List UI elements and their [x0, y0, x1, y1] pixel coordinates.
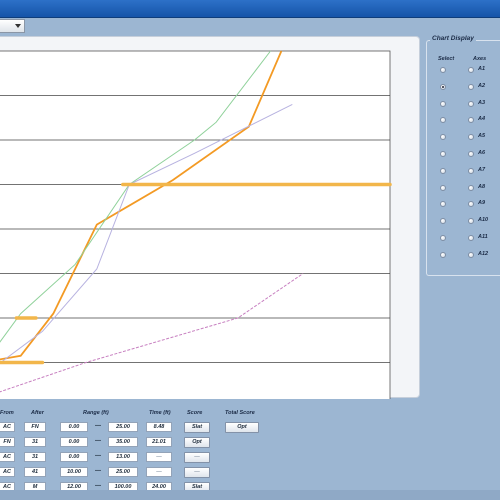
axis-option-row[interactable]: A5	[436, 132, 498, 142]
axis-label: A8	[478, 183, 486, 190]
range-header: Range (ft)	[83, 410, 109, 416]
axes-radio[interactable]	[468, 251, 474, 258]
time-field[interactable]: —	[146, 452, 172, 462]
select-radio[interactable]	[440, 235, 446, 241]
axes-radio[interactable]	[468, 235, 474, 241]
range-separator: —	[95, 423, 101, 429]
line-chart: 0.0030.060.090.0120.0150.0180.0	[0, 50, 392, 399]
time-field[interactable]: 8.48	[146, 422, 172, 432]
from-field[interactable]: AC	[0, 467, 15, 477]
after-field[interactable]: 41	[24, 467, 46, 477]
after-header: After	[31, 410, 44, 416]
score-header: Score	[187, 410, 203, 416]
range-to-field[interactable]: 13.00	[108, 452, 138, 462]
axis-option-row[interactable]: A10	[436, 216, 498, 226]
select-radio[interactable]	[440, 67, 446, 73]
select-radio[interactable]	[440, 218, 446, 225]
time-field[interactable]: 21.01	[146, 437, 172, 447]
axis-label: A9	[478, 200, 486, 207]
score-button[interactable]: Opt	[184, 437, 210, 448]
select-radio[interactable]	[440, 100, 446, 107]
axes-radio[interactable]	[468, 67, 474, 73]
chart-display-title: Chart Display	[430, 35, 476, 42]
axis-label: A6	[478, 150, 486, 156]
axis-option-row[interactable]: A11	[436, 233, 498, 243]
axes-radio[interactable]	[468, 83, 474, 90]
axis-option-row[interactable]: A9	[436, 199, 498, 209]
axes-radio[interactable]	[468, 134, 474, 141]
axis-label: A4	[478, 116, 486, 123]
range-to-field[interactable]: 25.00	[108, 422, 138, 432]
range-from-field[interactable]: 0.00	[60, 452, 88, 462]
range-separator: —	[95, 438, 101, 444]
select-radio[interactable]	[440, 151, 446, 157]
select-radio[interactable]	[440, 251, 446, 258]
from-header: From	[0, 410, 14, 416]
chevron-down-icon	[15, 24, 21, 28]
range-from-field[interactable]: 0.00	[60, 422, 88, 432]
chart-panel: 0.0030.060.090.0120.0150.0180.0	[0, 36, 420, 399]
plot-area	[0, 50, 391, 399]
axis-label: A12	[478, 250, 489, 257]
axes-radio[interactable]	[468, 151, 474, 157]
range-separator: —	[95, 483, 101, 489]
from-field[interactable]: AC	[0, 422, 15, 432]
select-radio[interactable]	[440, 201, 446, 208]
select-radio[interactable]	[440, 184, 446, 191]
axes-radio[interactable]	[468, 218, 474, 225]
from-field[interactable]: FN	[0, 437, 15, 447]
after-field[interactable]: 31	[24, 452, 46, 462]
title-bar	[0, 0, 500, 18]
from-field[interactable]: AC	[0, 452, 15, 462]
axis-option-row[interactable]: A1	[436, 65, 498, 75]
after-field[interactable]: 31	[24, 437, 46, 447]
axis-option-row[interactable]: A8	[436, 183, 498, 193]
view-dropdown[interactable]	[0, 19, 25, 33]
axes-radio[interactable]	[468, 184, 474, 191]
axis-label: A11	[478, 234, 488, 240]
axis-label: A10	[478, 217, 489, 224]
axis-label: A5	[478, 133, 486, 140]
axis-option-row[interactable]: A2	[436, 82, 498, 92]
axis-label: A2	[478, 82, 486, 89]
range-from-field[interactable]: 0.00	[60, 437, 88, 447]
axis-label: A7	[478, 166, 486, 173]
status-strip	[0, 490, 500, 500]
axis-label: A1	[478, 66, 486, 72]
axis-option-row[interactable]: A7	[436, 166, 498, 176]
score-button[interactable]: Slat	[184, 422, 210, 433]
time-header: Time (ft)	[149, 410, 171, 416]
range-separator: —	[95, 453, 101, 459]
score-button[interactable]: —	[184, 467, 210, 478]
score-button[interactable]: —	[184, 452, 210, 463]
select-column-header: Select	[438, 56, 455, 62]
select-radio[interactable]	[440, 83, 446, 90]
axis-label: A3	[478, 99, 486, 106]
range-from-field[interactable]: 10.00	[60, 467, 88, 477]
axes-radio[interactable]	[468, 100, 474, 107]
select-radio[interactable]	[440, 117, 446, 124]
range-to-field[interactable]: 35.00	[108, 437, 138, 447]
time-field[interactable]: —	[146, 467, 172, 477]
total-score-button[interactable]: Opt	[225, 422, 259, 433]
range-separator: —	[95, 468, 101, 474]
axes-radio[interactable]	[468, 117, 474, 124]
after-field[interactable]: FN	[24, 422, 46, 432]
select-radio[interactable]	[440, 134, 446, 141]
axis-option-row[interactable]: A3	[436, 99, 498, 109]
axes-radio[interactable]	[468, 201, 474, 208]
total-score-header: Total Score	[225, 410, 255, 416]
range-to-field[interactable]: 25.00	[108, 467, 138, 477]
axis-option-row[interactable]: A6	[436, 149, 498, 159]
axis-option-row[interactable]: A12	[436, 250, 498, 260]
axes-radio[interactable]	[468, 167, 474, 174]
axis-option-row[interactable]: A4	[436, 115, 498, 125]
axes-column-header: Axes	[473, 56, 487, 62]
select-radio[interactable]	[440, 167, 446, 174]
